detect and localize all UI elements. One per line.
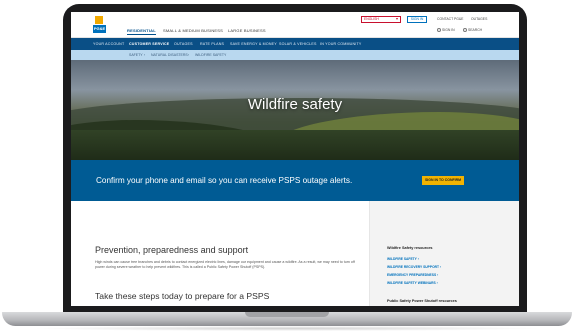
segment-large-business[interactable]: LARGE BUSINESS [228, 28, 266, 33]
nav-save-energy[interactable]: SAVE ENERGY & MONEY [230, 42, 277, 46]
search-link[interactable]: SEARCH [463, 28, 483, 33]
breadcrumb-separator: › [144, 53, 146, 57]
search-icon [463, 28, 467, 33]
banner-message: Confirm your phone and email so you can … [96, 176, 353, 185]
sidebar-link-recovery-support[interactable]: WILDFIRE RECOVERY SUPPORT › [387, 265, 441, 269]
sign-in-link[interactable]: SIGN IN [437, 28, 455, 33]
sidebar-title-wildfire: Wildfire Safety resources [387, 246, 433, 250]
laptop-notch [245, 312, 329, 317]
section-body: High winds can cause tree branches and d… [95, 260, 355, 270]
sidebar-title-psps: Public Safety Power Shutoff resources [387, 299, 457, 303]
segment-residential[interactable]: RESIDENTIAL [127, 28, 156, 35]
contact-link[interactable]: CONTACT PG&E [437, 17, 463, 21]
hero-trees [71, 130, 519, 160]
segment-small-medium-business[interactable]: SMALL & MEDIUM BUSINESS [163, 28, 223, 33]
sidebar-link-emergency-preparedness[interactable]: EMERGENCY PREPAREDNESS › [387, 273, 438, 277]
nav-your-account[interactable]: YOUR ACCOUNT [93, 42, 124, 46]
nav-outages[interactable]: OUTAGES [174, 42, 193, 46]
laptop-screen: PG&E RESIDENTIAL SMALL & MEDIUM BUSINESS… [71, 12, 519, 306]
nav-community[interactable]: IN YOUR COMMUNITY [320, 42, 361, 46]
hero-image: Wildfire safety [71, 60, 519, 160]
site-header: PG&E RESIDENTIAL SMALL & MEDIUM BUSINESS… [71, 12, 519, 38]
language-select[interactable]: ENGLISH [361, 16, 401, 23]
logo-sun-icon [95, 16, 103, 24]
section-subheading: Take these steps today to prepare for a … [95, 291, 270, 301]
signin-button[interactable]: SIGN IN [407, 16, 427, 23]
search-label: SEARCH [468, 28, 483, 32]
breadcrumb-safety[interactable]: SAFETY [129, 53, 143, 57]
breadcrumb-wildfire-safety: WILDFIRE SAFETY [195, 53, 227, 57]
nav-solar-vehicles[interactable]: SOLAR & VEHICLES [279, 42, 317, 46]
laptop-shadow [30, 326, 544, 331]
nav-rate-plans[interactable]: RATE PLANS [200, 42, 224, 46]
outages-link[interactable]: OUTAGES [471, 17, 487, 21]
sign-in-label: SIGN IN [442, 28, 455, 32]
sidebar-link-webinars[interactable]: WILDFIRE SAFETY WEBINARS › [387, 281, 438, 285]
sidebar: Wildfire Safety resources WILDFIRE SAFET… [369, 201, 519, 306]
nav-customer-service[interactable]: CUSTOMER SERVICE [129, 42, 169, 46]
stage: PG&E RESIDENTIAL SMALL & MEDIUM BUSINESS… [0, 0, 574, 332]
breadcrumb-separator: › [188, 53, 190, 57]
breadcrumb: SAFETY › NATURAL DISASTERS › WILDFIRE SA… [71, 50, 519, 60]
logo-text: PG&E [93, 25, 106, 33]
sidebar-link-wildfire-safety[interactable]: WILDFIRE SAFETY › [387, 257, 419, 261]
breadcrumb-natural-disasters[interactable]: NATURAL DISASTERS [151, 53, 188, 57]
section-heading: Prevention, preparedness and support [95, 245, 249, 255]
page-title: Wildfire safety [247, 96, 343, 113]
main-nav: YOUR ACCOUNT CUSTOMER SERVICE OUTAGES RA… [71, 38, 519, 50]
sign-in-to-confirm-button[interactable]: SIGN IN TO CONFIRM [422, 176, 464, 185]
psps-alert-banner: Confirm your phone and email so you can … [71, 160, 519, 201]
user-icon [437, 28, 441, 33]
pge-logo[interactable]: PG&E [93, 15, 106, 34]
